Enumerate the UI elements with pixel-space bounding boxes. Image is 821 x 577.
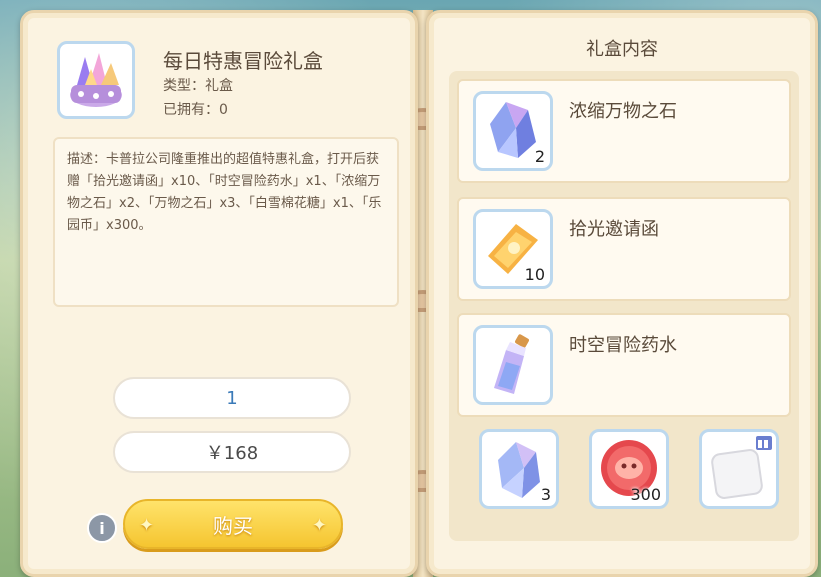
item-count: 3 [540,485,551,504]
item-detail-page: 每日特惠冒险礼盒 类型：礼盒 已拥有：0 描述：卡普拉公司隆重推出的超值特惠礼盒… [20,10,418,577]
content-row[interactable]: 时空冒险药水 [457,313,791,417]
content-row[interactable]: 10 拾光邀请函 [457,197,791,301]
content-name: 浓缩万物之石 [569,101,677,122]
potion-icon [473,325,553,405]
quantity-value: 1 [226,387,238,409]
price-display: ￥168 [113,431,351,473]
item-count: 10 [524,265,545,284]
description-text: 描述：卡普拉公司隆重推出的超值特惠礼盒，打开后获赠「拾光邀请函」x10、「时空冒… [67,152,382,233]
gift-box-book: 每日特惠冒险礼盒 类型：礼盒 已拥有：0 描述：卡普拉公司隆重推出的超值特惠礼盒… [8,10,821,577]
item-description: 描述：卡普拉公司隆重推出的超值特惠礼盒，打开后获赠「拾光邀请函」x10、「时空冒… [53,137,399,307]
crystal-icon: 2 [473,91,553,171]
info-button[interactable]: i [87,513,117,543]
gift-contents-page: 礼盒内容 2 浓缩万物之石 10 拾光邀请函 时空冒险药水 3 300 [426,10,818,577]
contents-title: 礼盒内容 [586,39,658,60]
content-name: 拾光邀请函 [569,219,659,240]
info-icon: i [99,518,105,538]
sparkle-icon: ✦ [311,515,327,536]
item-title: 每日特惠冒险礼盒 [163,49,323,73]
item-count: 300 [630,485,661,504]
item-owned-count: 已拥有：0 [163,102,228,118]
sparkle-icon: ✦ [139,515,155,536]
quantity-field[interactable]: 1 [113,377,351,419]
marshmallow-icon[interactable] [699,429,779,509]
buy-button[interactable]: ✦ 购买 ✦ [123,499,343,549]
price-value: ￥168 [205,443,259,464]
buy-label: 购买 [213,513,253,538]
ticket-icon: 10 [473,209,553,289]
content-name: 时空冒险药水 [569,335,677,356]
item-type: 类型：礼盒 [163,78,233,94]
crystal-shard-icon[interactable]: 3 [479,429,559,509]
content-row[interactable]: 2 浓缩万物之石 [457,79,791,183]
gift-box-icon [57,41,135,119]
park-coin-icon[interactable]: 300 [589,429,669,509]
item-count: 2 [534,147,545,166]
